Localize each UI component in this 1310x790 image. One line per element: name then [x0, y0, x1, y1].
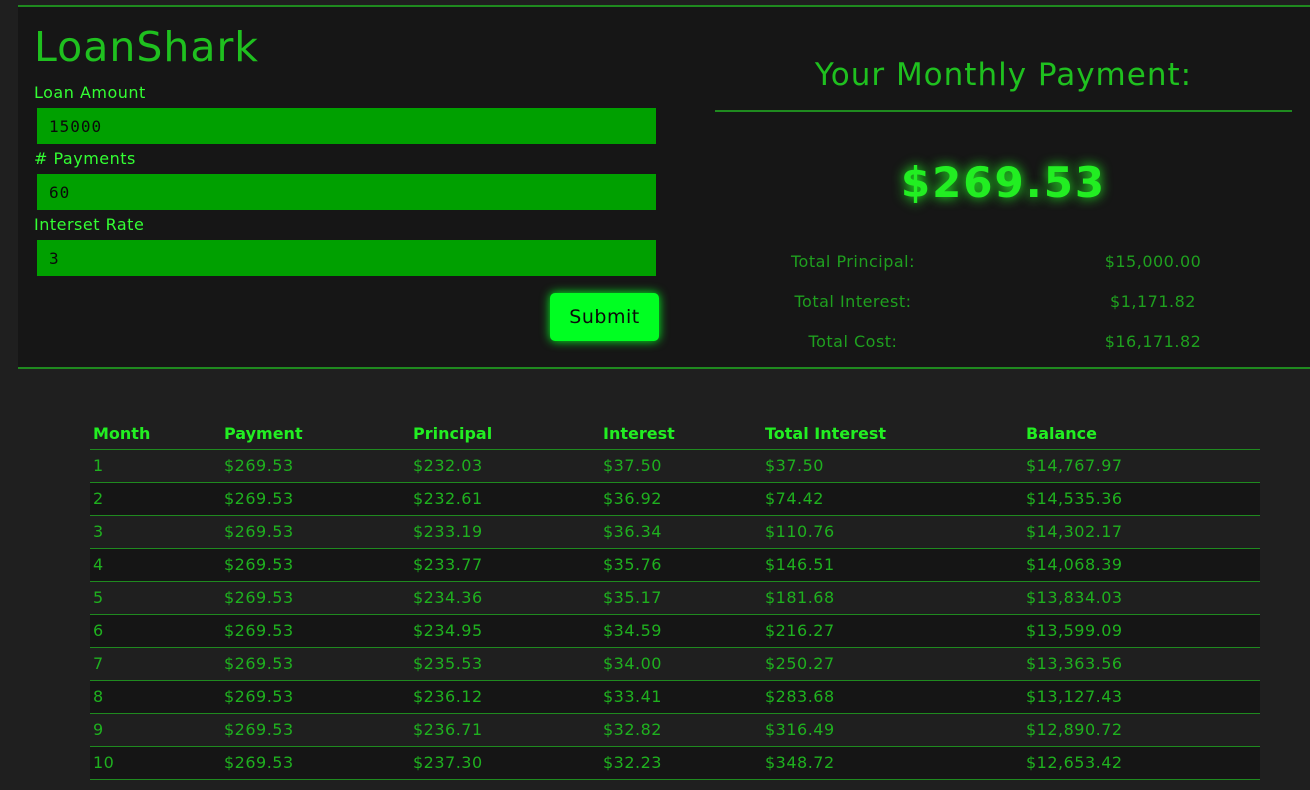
cell-principal: $234.95	[410, 614, 600, 648]
cell-month: 7	[90, 647, 221, 681]
column-header-principal: Principal	[410, 418, 600, 450]
schedule-table: Month Payment Principal Interest Total I…	[90, 418, 1260, 780]
column-header-interest: Interest	[600, 418, 762, 450]
cell-balance: $14,068.39	[1023, 548, 1260, 582]
table-row: 1 $269.53 $232.03 $37.50 $37.50 $14,767.97	[90, 449, 1260, 483]
cell-payment: $269.53	[221, 548, 410, 582]
cell-month: 3	[90, 515, 221, 549]
cell-interest: $36.34	[600, 515, 762, 549]
column-header-total-interest: Total Interest	[762, 418, 1023, 450]
cell-total-interest: $348.72	[762, 746, 1023, 780]
cell-total-interest: $110.76	[762, 515, 1023, 549]
cell-payment: $269.53	[221, 614, 410, 648]
cell-payment: $269.53	[221, 746, 410, 780]
heading-divider	[715, 110, 1292, 112]
cell-total-interest: $316.49	[762, 713, 1023, 747]
column-header-payment: Payment	[221, 418, 410, 450]
cell-balance: $14,767.97	[1023, 449, 1260, 483]
total-principal-value: $15,000.00	[1104, 252, 1202, 271]
cell-payment: $269.53	[221, 647, 410, 681]
total-interest-label: Total Interest:	[794, 292, 912, 311]
cell-interest: $33.41	[600, 680, 762, 714]
cell-principal: $237.30	[410, 746, 600, 780]
calculator-panel: LoanShark Loan Amount # Payments Interse…	[18, 5, 1310, 369]
table-row: 3 $269.53 $233.19 $36.34 $110.76 $14,302.17	[90, 515, 1260, 549]
cell-payment: $269.53	[221, 515, 410, 549]
cell-balance: $13,599.09	[1023, 614, 1260, 648]
cell-balance: $13,127.43	[1023, 680, 1260, 714]
cell-interest: $32.23	[600, 746, 762, 780]
cell-total-interest: $181.68	[762, 581, 1023, 615]
total-cost-label: Total Cost:	[808, 332, 898, 351]
cell-principal: $236.71	[410, 713, 600, 747]
loan-amount-input[interactable]	[37, 108, 656, 144]
interest-rate-label: Interset Rate	[34, 215, 145, 234]
cell-principal: $232.03	[410, 449, 600, 483]
table-row: 10 $269.53 $237.30 $32.23 $348.72 $12,653.42	[90, 746, 1260, 780]
cell-principal: $233.77	[410, 548, 600, 582]
column-header-balance: Balance	[1023, 418, 1260, 450]
table-row: 8 $269.53 $236.12 $33.41 $283.68 $13,127.43	[90, 680, 1260, 714]
cell-payment: $269.53	[221, 713, 410, 747]
cell-balance: $12,653.42	[1023, 746, 1260, 780]
cell-month: 6	[90, 614, 221, 648]
cell-total-interest: $37.50	[762, 449, 1023, 483]
cell-balance: $13,834.03	[1023, 581, 1260, 615]
table-row: 9 $269.53 $236.71 $32.82 $316.49 $12,890.72	[90, 713, 1260, 747]
cell-payment: $269.53	[221, 680, 410, 714]
cell-total-interest: $74.42	[762, 482, 1023, 516]
cell-month: 8	[90, 680, 221, 714]
cell-balance: $13,363.56	[1023, 647, 1260, 681]
total-principal-label: Total Principal:	[790, 252, 916, 271]
cell-balance: $14,535.36	[1023, 482, 1260, 516]
cell-total-interest: $250.27	[762, 647, 1023, 681]
payments-input[interactable]	[37, 174, 656, 210]
cell-month: 10	[90, 746, 221, 780]
cell-payment: $269.53	[221, 482, 410, 516]
payments-label: # Payments	[34, 149, 136, 168]
cell-interest: $35.76	[600, 548, 762, 582]
total-cost-value: $16,171.82	[1104, 332, 1202, 351]
cell-interest: $34.00	[600, 647, 762, 681]
cell-interest: $35.17	[600, 581, 762, 615]
cell-month: 5	[90, 581, 221, 615]
cell-interest: $34.59	[600, 614, 762, 648]
cell-total-interest: $216.27	[762, 614, 1023, 648]
cell-month: 4	[90, 548, 221, 582]
amortization-schedule: Month Payment Principal Interest Total I…	[90, 418, 1260, 780]
table-row: 7 $269.53 $235.53 $34.00 $250.27 $13,363.56	[90, 647, 1260, 681]
loan-amount-label: Loan Amount	[34, 83, 146, 102]
cell-balance: $12,890.72	[1023, 713, 1260, 747]
cell-payment: $269.53	[221, 449, 410, 483]
monthly-payment-value: $269.53	[900, 158, 1107, 207]
cell-month: 9	[90, 713, 221, 747]
cell-interest: $32.82	[600, 713, 762, 747]
monthly-payment-heading: Your Monthly Payment:	[814, 57, 1193, 93]
cell-principal: $235.53	[410, 647, 600, 681]
schedule-body: 1 $269.53 $232.03 $37.50 $37.50 $14,767.97 2 $2…	[90, 449, 1260, 780]
table-row: 4 $269.53 $233.77 $35.76 $146.51 $14,068.39	[90, 548, 1260, 582]
cell-month: 2	[90, 482, 221, 516]
cell-principal: $232.61	[410, 482, 600, 516]
column-header-month: Month	[90, 418, 221, 450]
cell-principal: $236.12	[410, 680, 600, 714]
table-header-row: Month Payment Principal Interest Total I…	[90, 418, 1260, 450]
cell-principal: $234.36	[410, 581, 600, 615]
cell-interest: $36.92	[600, 482, 762, 516]
app-title: LoanShark	[34, 23, 260, 71]
cell-total-interest: $283.68	[762, 680, 1023, 714]
table-row: 6 $269.53 $234.95 $34.59 $216.27 $13,599.09	[90, 614, 1260, 648]
total-interest-value: $1,171.82	[1110, 292, 1196, 311]
cell-balance: $14,302.17	[1023, 515, 1260, 549]
table-row: 5 $269.53 $234.36 $35.17 $181.68 $13,834.03	[90, 581, 1260, 615]
submit-button[interactable]: Submit	[550, 293, 659, 341]
cell-interest: $37.50	[600, 449, 762, 483]
cell-payment: $269.53	[221, 581, 410, 615]
cell-total-interest: $146.51	[762, 548, 1023, 582]
interest-rate-input[interactable]	[37, 240, 656, 276]
cell-principal: $233.19	[410, 515, 600, 549]
table-row: 2 $269.53 $232.61 $36.92 $74.42 $14,535.36	[90, 482, 1260, 516]
cell-month: 1	[90, 449, 221, 483]
